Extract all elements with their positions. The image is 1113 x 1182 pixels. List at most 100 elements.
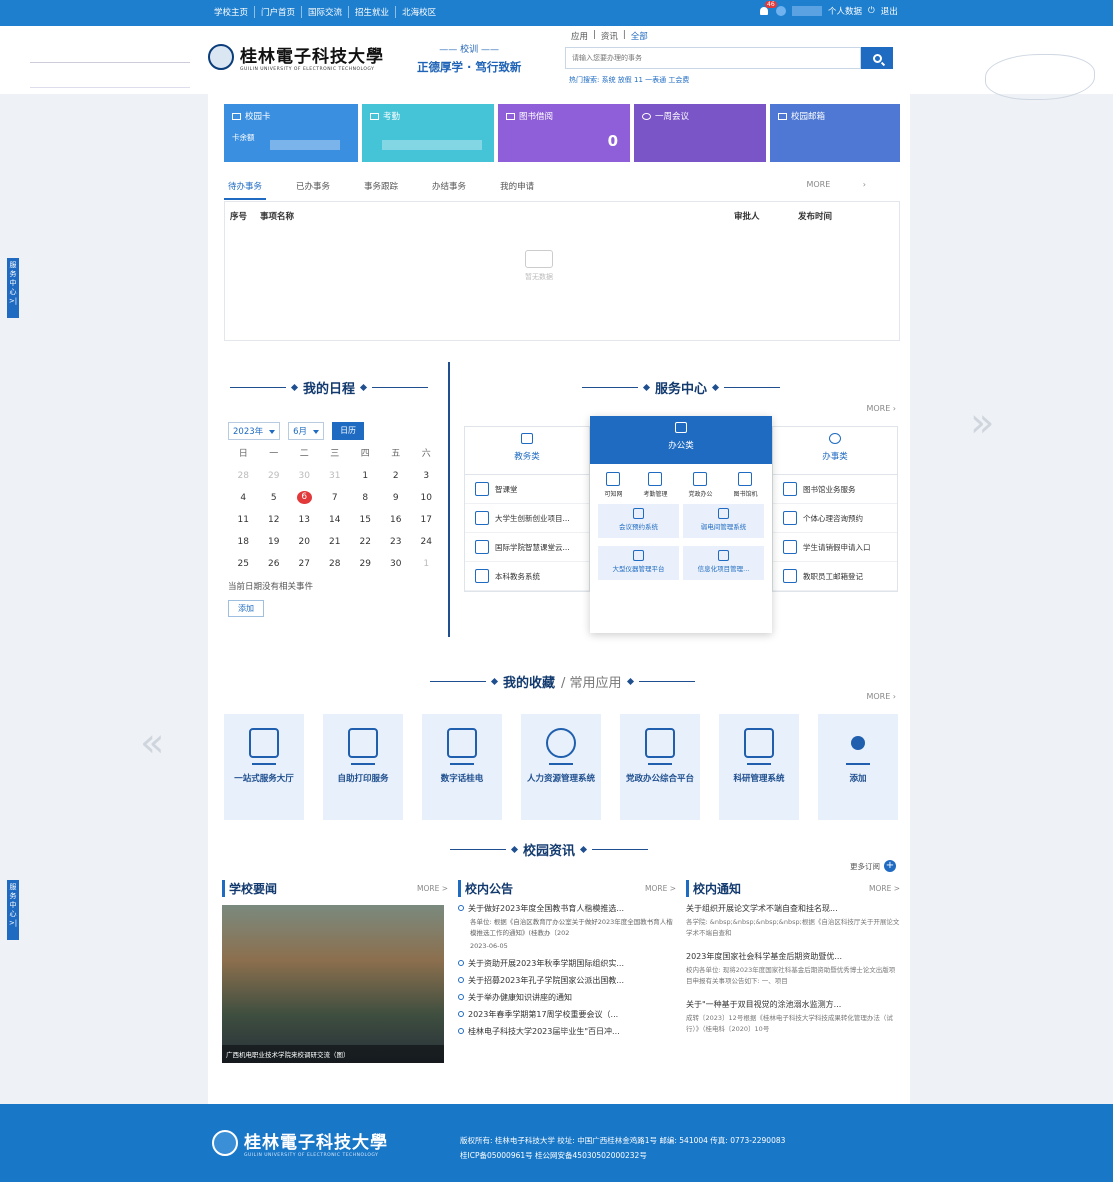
notice-item[interactable]: 桂林电子科技大学2023届毕业生"百日冲...: [458, 1026, 676, 1037]
fav-digital-gdut[interactable]: 数字话桂电: [422, 714, 502, 820]
fav-research-system[interactable]: 科研管理系统: [719, 714, 799, 820]
service-center-side-tab[interactable]: 服务中心 >|: [7, 258, 19, 318]
calendar-day[interactable]: 30: [381, 558, 412, 571]
notice-more[interactable]: MORE >: [645, 884, 676, 893]
calendar-day[interactable]: 12: [259, 514, 290, 527]
calendar-day[interactable]: 28: [228, 470, 259, 483]
search-tab-all[interactable]: 全部: [631, 30, 648, 42]
calendar-day[interactable]: 3: [411, 470, 442, 483]
notice-item[interactable]: 2023年春季学期第17周学校重要会议（...: [458, 1009, 676, 1020]
calendar-day[interactable]: 31: [320, 470, 351, 483]
service-item[interactable]: 国际学院智慧课堂云...: [465, 533, 589, 562]
logout-link[interactable]: 退出: [881, 5, 898, 17]
app-party-office[interactable]: 党政办公: [688, 472, 713, 498]
favorites-more-link[interactable]: MORE ›: [866, 692, 896, 701]
calendar-day[interactable]: 20: [289, 536, 320, 549]
app-instrument-platform[interactable]: 大型仪器管理平台: [598, 546, 679, 580]
calendar-day[interactable]: 1: [411, 558, 442, 571]
notice-item[interactable]: 关于做好2023年度全国教书育人楷模推选...: [458, 903, 676, 914]
notify-more[interactable]: MORE >: [869, 884, 900, 893]
link-admission[interactable]: 招生就业: [349, 6, 397, 18]
bell-icon[interactable]: 46: [758, 1, 777, 17]
calendar-day[interactable]: 2: [381, 470, 412, 483]
link-international[interactable]: 国际交流: [302, 6, 350, 18]
tab-done[interactable]: 已办事务: [292, 180, 334, 200]
link-school-home[interactable]: 学校主页: [208, 6, 256, 18]
app-meeting-booking[interactable]: 会议预约系统: [598, 504, 679, 538]
calendar-day[interactable]: 23: [381, 536, 412, 549]
calendar-day[interactable]: 10: [411, 492, 442, 505]
calendar-day[interactable]: 6: [289, 491, 320, 505]
calendar-day[interactable]: 5: [259, 492, 290, 505]
link-beihai[interactable]: 北海校区: [396, 6, 442, 18]
notify-item[interactable]: 关于"一种基于双目视觉的涂池溺水监测方...: [686, 999, 900, 1010]
personal-data-link[interactable]: 个人数据: [828, 5, 862, 17]
tab-completed[interactable]: 办结事务: [428, 180, 470, 200]
calendar-day[interactable]: 17: [411, 514, 442, 527]
hot-searches[interactable]: 热门搜索: 系统 放假 11 一表通 工会费: [569, 75, 893, 85]
footer-icp[interactable]: 桂ICP备05000961号 桂公网安备45030502000232号: [460, 1148, 785, 1163]
calendar-day[interactable]: 16: [381, 514, 412, 527]
service-more-link[interactable]: MORE ›: [866, 404, 896, 413]
calendar-day[interactable]: 9: [381, 492, 412, 505]
calendar-day[interactable]: 29: [350, 558, 381, 571]
service-item[interactable]: 教职员工邮箱登记: [773, 562, 897, 591]
app-library-machine[interactable]: 图书馆机: [733, 472, 758, 498]
today-marker[interactable]: 6: [296, 491, 312, 504]
calendar-day[interactable]: 27: [289, 558, 320, 571]
add-event-button[interactable]: 添加: [228, 600, 264, 617]
link-portal-home[interactable]: 门户首页: [255, 6, 303, 18]
subscribe-more[interactable]: 更多订阅 +: [850, 860, 896, 872]
calendar-day[interactable]: 25: [228, 558, 259, 571]
app-it-project[interactable]: 信息化项目管理...: [683, 546, 764, 580]
photo-caption[interactable]: 广西机电职业技术学院来校调研交流（图）: [222, 1045, 444, 1063]
tile-library[interactable]: 图书借阅 0: [498, 104, 630, 162]
calendar-day[interactable]: 4: [228, 492, 259, 505]
calendar-day[interactable]: 24: [411, 536, 442, 549]
tab-my-requests[interactable]: 我的申请: [496, 180, 538, 200]
notify-item[interactable]: 关于组织开展论文学术不端自查和挂名现...: [686, 903, 900, 914]
school-news-more[interactable]: MORE >: [417, 884, 448, 893]
calendar-day[interactable]: 19: [259, 536, 290, 549]
service-item[interactable]: 智课堂: [465, 475, 589, 504]
calendar-day[interactable]: 22: [350, 536, 381, 549]
search-button[interactable]: [861, 47, 893, 69]
notify-item[interactable]: 2023年度国家社会科学基金后期资助暨优...: [686, 951, 900, 962]
news-photo[interactable]: 广西机电职业技术学院来校调研交流（图）: [222, 905, 444, 1063]
service-item[interactable]: 大学生创新创业项目...: [465, 504, 589, 533]
tile-weekly-meeting[interactable]: 一周会议: [634, 104, 766, 162]
app-zhiwang[interactable]: 可知网: [604, 472, 623, 498]
search-tab-news[interactable]: 资讯: [601, 30, 618, 42]
tasks-more-link[interactable]: MORE ›: [798, 180, 870, 195]
calendar-day[interactable]: 28: [320, 558, 351, 571]
notice-item[interactable]: 关于招募2023年孔子学院国家公派出国教...: [458, 975, 676, 986]
calendar-day[interactable]: 21: [320, 536, 351, 549]
calendar-day[interactable]: 29: [259, 470, 290, 483]
fav-hr-system[interactable]: 人力资源管理系统: [521, 714, 601, 820]
tile-mail[interactable]: 校园邮箱: [770, 104, 900, 162]
university-logo[interactable]: 桂林電子科技大學 GUILIN UNIVERSITY OF ELECTRONIC…: [208, 42, 384, 72]
calendar-day[interactable]: 1: [350, 470, 381, 483]
calendar-day[interactable]: 7: [320, 492, 351, 505]
calendar-day[interactable]: 13: [289, 514, 320, 527]
tile-attendance[interactable]: 考勤: [362, 104, 494, 162]
calendar-day[interactable]: 26: [259, 558, 290, 571]
app-weak-current-room[interactable]: 弱电间管理系统: [683, 504, 764, 538]
search-input[interactable]: [565, 47, 861, 69]
year-select[interactable]: 2023年: [228, 422, 281, 440]
notice-item[interactable]: 关于资助开展2023年秋季学期国际组织实...: [458, 958, 676, 969]
fav-party-office-platform[interactable]: 党政办公综合平台: [620, 714, 700, 820]
notice-item[interactable]: 关于举办健康知识讲座的通知: [458, 992, 676, 1003]
calendar-day[interactable]: 15: [350, 514, 381, 527]
service-item[interactable]: 个体心理咨询预约: [773, 504, 897, 533]
app-attendance[interactable]: 考勤管理: [643, 472, 668, 498]
calendar-button[interactable]: 日历: [332, 422, 365, 440]
fav-add[interactable]: 添加: [818, 714, 898, 820]
tab-tracking[interactable]: 事务跟踪: [360, 180, 402, 200]
calendar-day[interactable]: 11: [228, 514, 259, 527]
calendar-day[interactable]: 14: [320, 514, 351, 527]
service-center-side-tab-lower[interactable]: 服务中心 >|: [7, 880, 19, 940]
calendar-day[interactable]: 18: [228, 536, 259, 549]
month-select[interactable]: 6月: [288, 422, 325, 440]
tab-pending[interactable]: 待办事务: [224, 180, 267, 200]
